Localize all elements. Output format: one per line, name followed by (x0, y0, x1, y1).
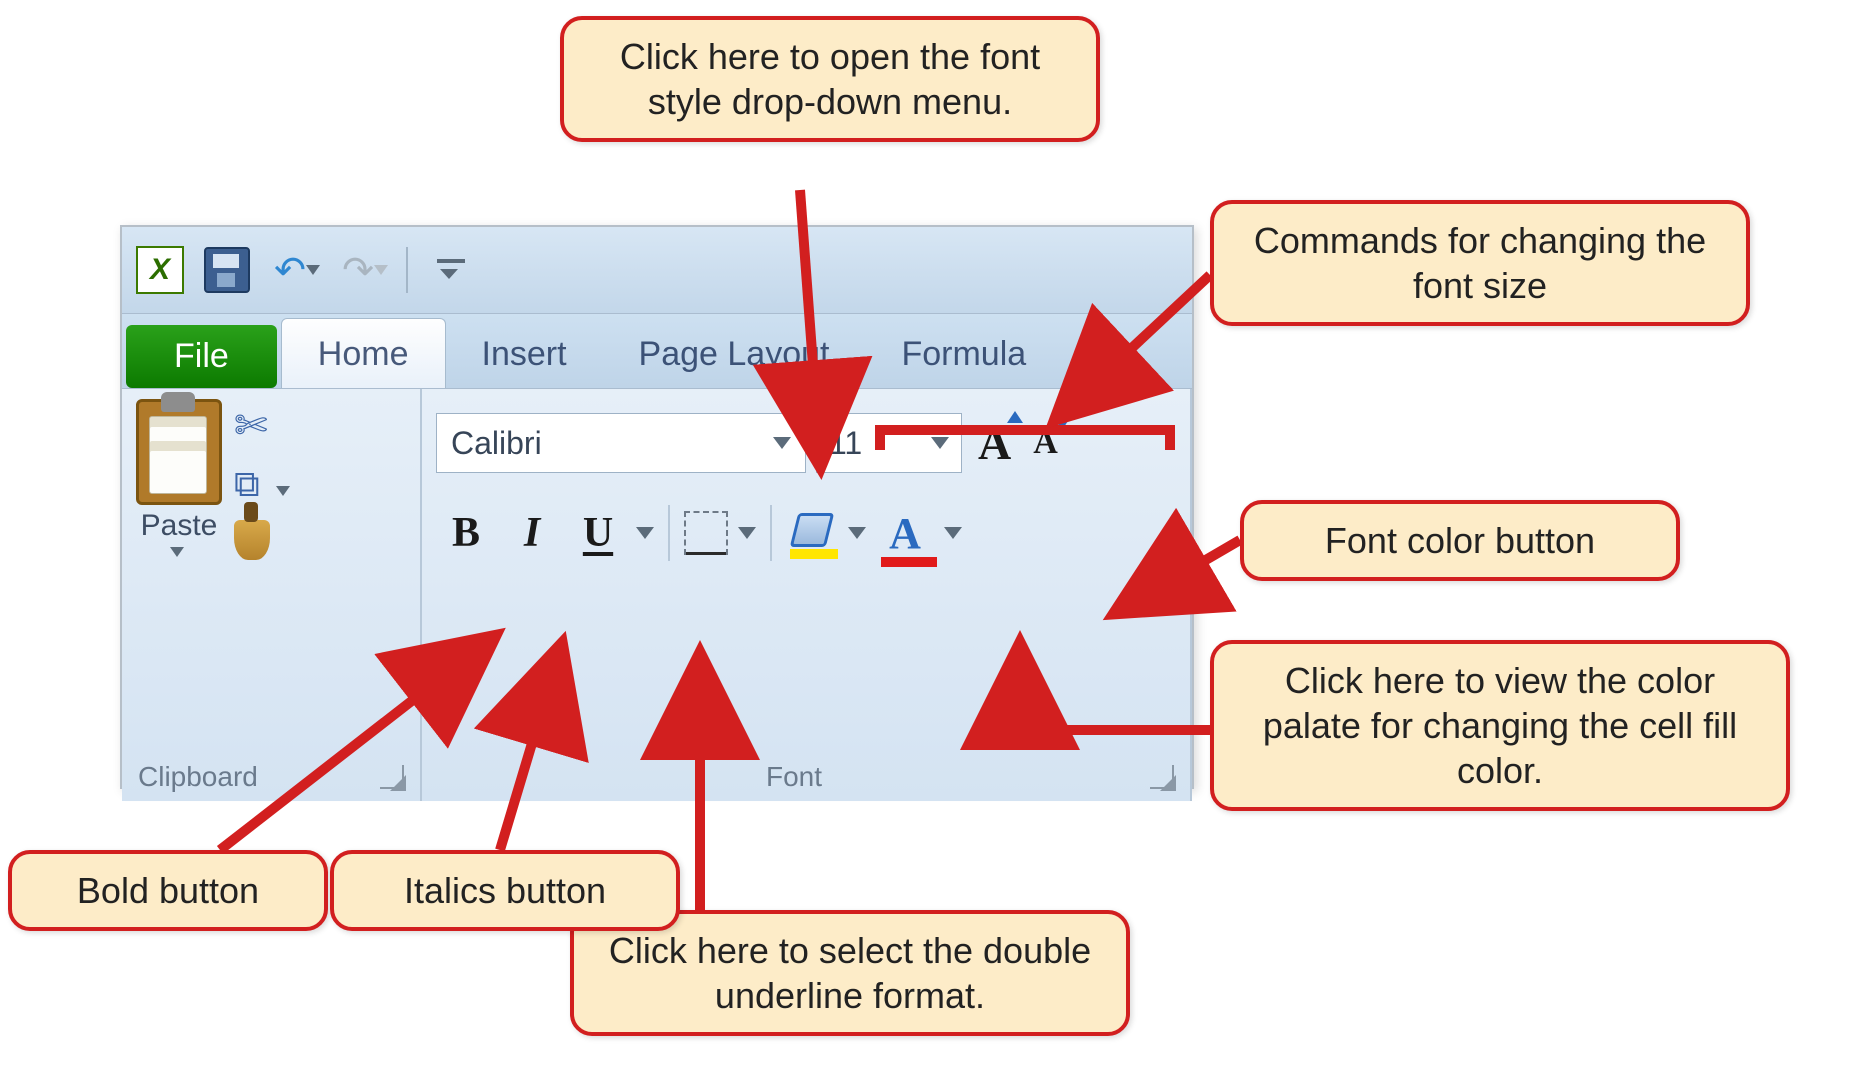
redo-button[interactable]: ↷ (338, 245, 388, 295)
callout-fill-color-dropdown: Click here to view the color palate for … (1210, 640, 1790, 811)
decrease-font-size-button[interactable]: A (1027, 424, 1064, 462)
font-group-launcher[interactable] (1150, 765, 1174, 789)
font-size-dropdown-icon[interactable] (931, 437, 949, 449)
tab-page-layout[interactable]: Page Layout (603, 319, 866, 388)
font-separator-2 (770, 505, 772, 561)
font-name-combo[interactable]: Calibri (436, 413, 806, 473)
clipboard-group-label: Clipboard (138, 761, 258, 793)
customize-qat-button[interactable] (426, 245, 476, 295)
undo-dropdown-icon[interactable] (306, 265, 320, 275)
borders-button[interactable] (682, 503, 730, 563)
callout-font-color-button: Font color button (1240, 500, 1680, 581)
underline-dropdown-icon (636, 527, 654, 539)
borders-icon (684, 511, 728, 555)
font-separator-1 (668, 505, 670, 561)
paste-label: Paste (141, 509, 218, 543)
font-color-dropdown[interactable] (942, 527, 964, 539)
redo-dropdown-icon[interactable] (374, 265, 388, 275)
clipboard-group: Paste ✄ ⧉ Clipboard (122, 389, 422, 801)
borders-dropdown[interactable] (736, 527, 758, 539)
paste-button[interactable]: Paste (136, 399, 222, 560)
copy-button[interactable]: ⧉ (234, 463, 290, 506)
callout-italics-button: Italics button (330, 850, 680, 931)
font-group-label: Font (766, 761, 822, 793)
underline-button[interactable]: U (568, 503, 628, 563)
font-size-combo[interactable]: 11 (816, 413, 962, 473)
tab-insert[interactable]: Insert (446, 319, 603, 388)
font-size-value: 11 (829, 425, 862, 462)
decrease-arrow-icon (1054, 418, 1070, 430)
tab-home[interactable]: Home (281, 318, 446, 388)
borders-dropdown-icon (738, 527, 756, 539)
increase-arrow-icon (1007, 411, 1023, 423)
font-group: Calibri 11 A A B I (422, 389, 1192, 801)
undo-button[interactable]: ↶ (270, 245, 320, 295)
fill-color-dropdown-icon (848, 527, 866, 539)
scissors-icon: ✄ (234, 404, 268, 448)
undo-icon: ↶ (270, 248, 310, 293)
fill-color-button[interactable] (784, 503, 840, 563)
font-name-dropdown-icon[interactable] (773, 437, 791, 449)
bold-button[interactable]: B (436, 503, 496, 563)
paint-bucket-icon (790, 513, 834, 553)
redo-icon: ↷ (338, 248, 378, 293)
excel-ribbon-window: X ↶ ↷ File Home Insert Page Layout Formu… (120, 225, 1194, 789)
callout-font-style-dropdown: Click here to open the font style drop-d… (560, 16, 1100, 142)
font-color-icon: A (883, 508, 927, 559)
copy-icon: ⧉ (234, 463, 260, 504)
cut-button[interactable]: ✄ (234, 403, 290, 449)
underline-dropdown[interactable] (634, 527, 656, 539)
callout-font-size-commands: Commands for changing the font size (1210, 200, 1750, 326)
tab-formulas[interactable]: Formula (865, 319, 1062, 388)
font-name-value: Calibri (451, 425, 542, 462)
tab-file[interactable]: File (126, 325, 277, 388)
format-painter-button[interactable] (234, 520, 290, 560)
callout-bold-button: Bold button (8, 850, 328, 931)
paste-dropdown-icon[interactable] (170, 547, 184, 557)
increase-font-size-button[interactable]: A (972, 417, 1017, 470)
qat-separator (406, 247, 408, 293)
clipboard-icon (136, 399, 222, 505)
font-color-button[interactable]: A (874, 503, 936, 563)
italic-button[interactable]: I (502, 503, 562, 563)
save-button[interactable] (202, 245, 252, 295)
excel-logo-icon: X (136, 246, 184, 294)
save-icon (204, 247, 250, 293)
copy-dropdown-icon[interactable] (276, 486, 290, 496)
ribbon-tabs: File Home Insert Page Layout Formula (122, 314, 1192, 389)
font-color-dropdown-icon (944, 527, 962, 539)
ribbon-body: Paste ✄ ⧉ Clipboard (122, 389, 1192, 801)
fill-color-dropdown[interactable] (846, 527, 868, 539)
clipboard-group-launcher[interactable] (380, 765, 404, 789)
paint-brush-icon (234, 520, 270, 560)
customize-qat-icon (437, 259, 465, 281)
quick-access-toolbar: X ↶ ↷ (122, 227, 1192, 314)
